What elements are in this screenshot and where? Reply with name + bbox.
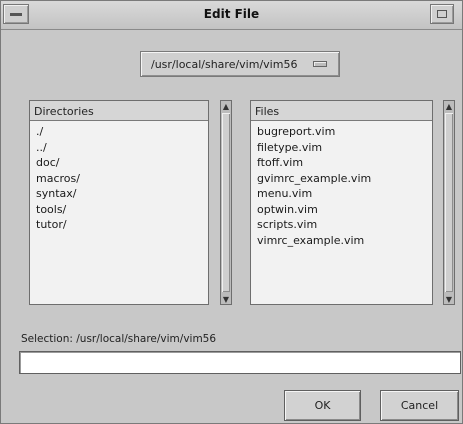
file-item[interactable]: gvimrc_example.vim <box>251 171 432 187</box>
directory-item[interactable]: tutor/ <box>30 217 208 233</box>
selection-input[interactable] <box>19 351 461 374</box>
directory-item[interactable]: macros/ <box>30 171 208 187</box>
window-title: Edit File <box>203 7 260 21</box>
directory-item[interactable]: doc/ <box>30 155 208 171</box>
selection-label: Selection: /usr/local/share/vim/vim56 <box>21 333 217 345</box>
directories-list[interactable]: Directories ./ ../ doc/ macros/ syntax/ … <box>29 100 209 305</box>
files-header: Files <box>251 101 432 121</box>
title-bar[interactable]: Edit File <box>1 1 462 30</box>
directory-item[interactable]: syntax/ <box>30 186 208 202</box>
scroll-down-arrow-icon[interactable]: ▼ <box>444 294 454 304</box>
file-item[interactable]: scripts.vim <box>251 217 432 233</box>
files-list[interactable]: Files bugreport.vim filetype.vim ftoff.v… <box>250 100 433 305</box>
scroll-up-arrow-icon[interactable]: ▲ <box>221 101 231 111</box>
files-scroll-thumb[interactable] <box>445 113 453 292</box>
file-item[interactable]: bugreport.vim <box>251 124 432 140</box>
directories-scroll-thumb[interactable] <box>222 113 230 292</box>
directory-path-label: /usr/local/share/vim/vim56 <box>151 57 298 71</box>
directory-item[interactable]: ../ <box>30 140 208 156</box>
maximize-icon[interactable] <box>430 4 454 24</box>
file-item[interactable]: ftoff.vim <box>251 155 432 171</box>
directory-path-menu[interactable]: /usr/local/share/vim/vim56 <box>140 51 340 77</box>
ok-button[interactable]: OK <box>284 390 361 421</box>
edit-file-dialog: Edit File /usr/local/share/vim/vim56 Dir… <box>0 0 463 424</box>
file-item[interactable]: optwin.vim <box>251 202 432 218</box>
directories-header: Directories <box>30 101 208 121</box>
scroll-up-arrow-icon[interactable]: ▲ <box>444 101 454 111</box>
file-item[interactable]: vimrc_example.vim <box>251 233 432 249</box>
file-item[interactable]: filetype.vim <box>251 140 432 156</box>
scroll-down-arrow-icon[interactable]: ▼ <box>221 294 231 304</box>
cancel-button[interactable]: Cancel <box>380 390 459 421</box>
option-menu-indicator-icon <box>313 61 327 67</box>
file-item[interactable]: menu.vim <box>251 186 432 202</box>
directories-scrollbar[interactable]: ▲ ▼ <box>220 100 232 305</box>
directory-item[interactable]: tools/ <box>30 202 208 218</box>
directory-item[interactable]: ./ <box>30 124 208 140</box>
files-scrollbar[interactable]: ▲ ▼ <box>443 100 455 305</box>
